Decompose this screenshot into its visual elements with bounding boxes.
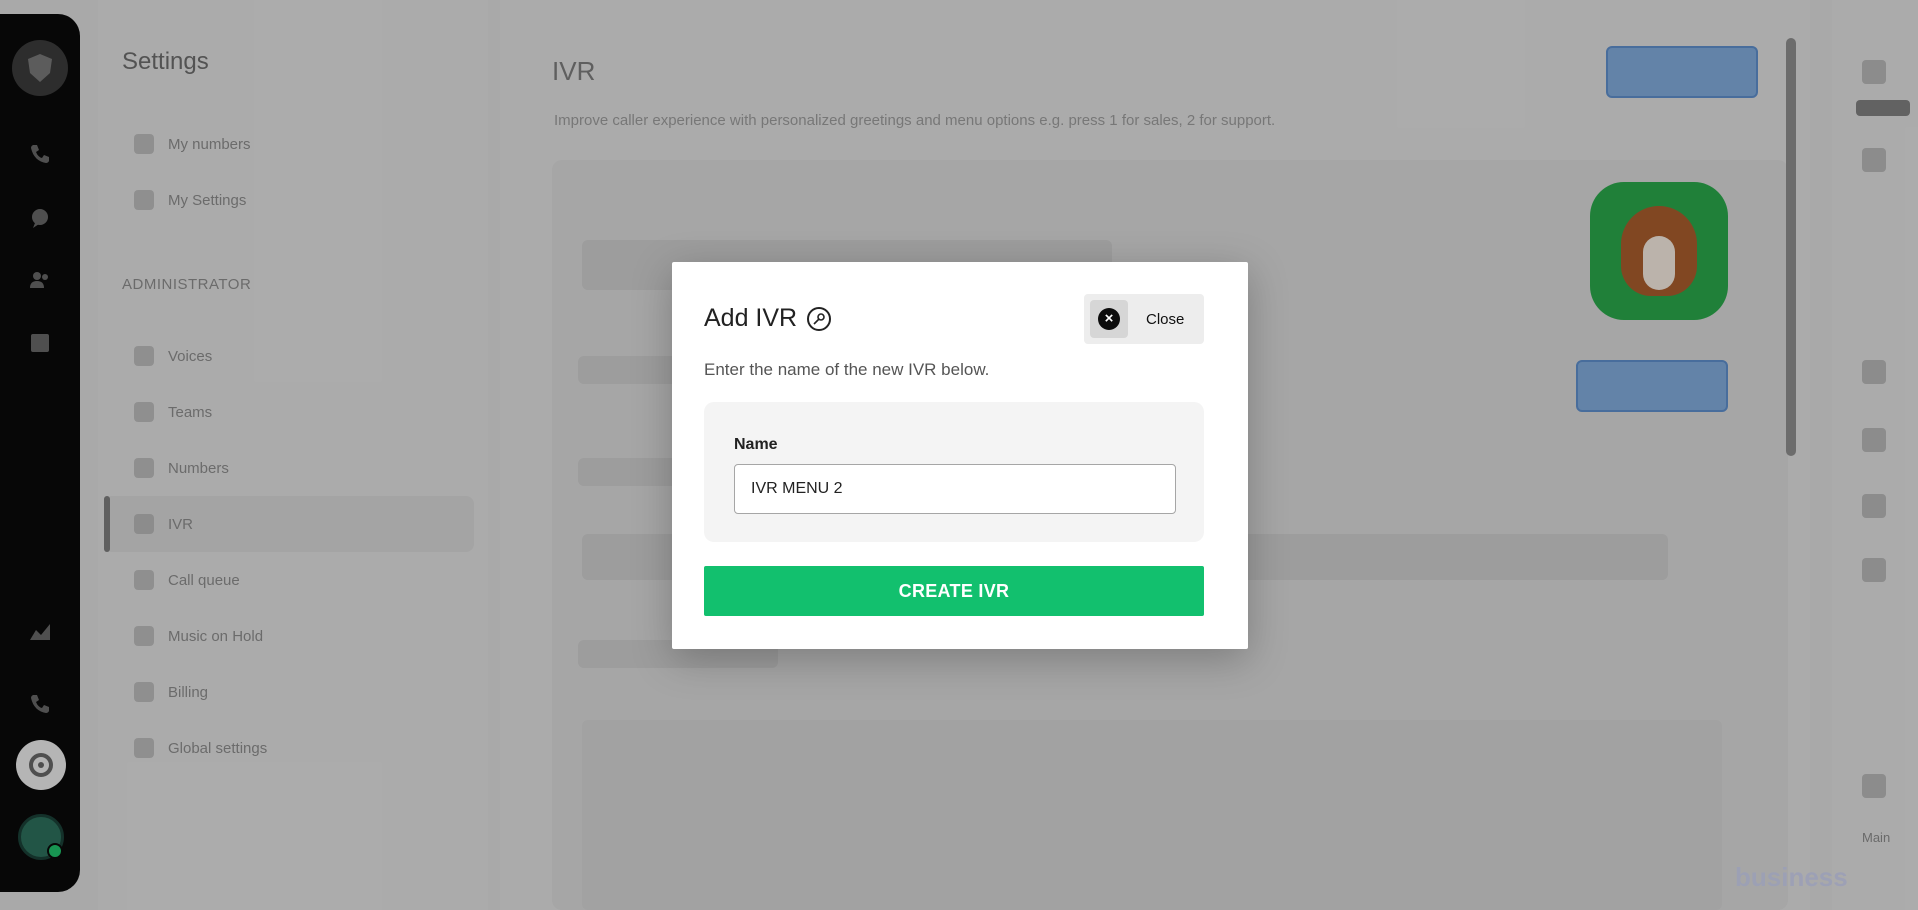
- add-ivr-dialog: Add IVR × Close Enter the name of the ne…: [672, 262, 1248, 649]
- name-field-label: Name: [734, 436, 778, 453]
- name-field-group: Name: [704, 402, 1204, 542]
- ivr-name-input[interactable]: [734, 464, 1176, 514]
- create-ivr-button[interactable]: CREATE IVR: [704, 566, 1204, 616]
- dialog-subtitle: Enter the name of the new IVR below.: [704, 360, 990, 379]
- close-button[interactable]: × Close: [1084, 294, 1204, 344]
- key-icon: [807, 306, 832, 331]
- close-label: Close: [1146, 310, 1185, 328]
- dialog-title: Add IVR: [704, 304, 832, 333]
- close-icon: ×: [1098, 308, 1120, 330]
